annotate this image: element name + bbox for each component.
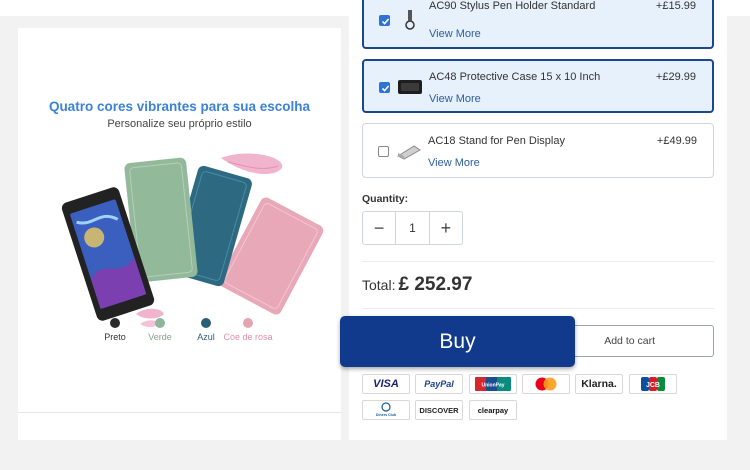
stand-icon: [396, 145, 421, 160]
total: Total: £ 252.97: [362, 274, 472, 296]
buy-button[interactable]: Buy: [340, 316, 575, 367]
color-promo-panel: Quatro cores vibrantes para sua escolha …: [18, 28, 341, 440]
divider: [18, 412, 341, 413]
diners-club-icon: Diners Club: [362, 400, 410, 420]
promo-subtitle: Personalize seu próprio estilo: [107, 118, 252, 130]
accessory-card[interactable]: AC18 Stand for Pen Display +£49.99 View …: [362, 123, 714, 178]
unionpay-icon: UnionPay: [469, 374, 517, 394]
jcb-icon: JCB: [629, 374, 677, 394]
accessory-checkbox[interactable]: [378, 146, 389, 157]
klarna-icon: Klarna.: [575, 374, 623, 394]
promo-headline: Quatro cores vibrantes para sua escolha: [48, 99, 311, 114]
color-swatches: Preto Verde Azul Coe de rosa: [18, 318, 341, 348]
svg-text:UnionPay: UnionPay: [481, 383, 504, 389]
view-more-link[interactable]: View More: [429, 93, 481, 105]
divider: [362, 308, 714, 309]
svg-text:JCB: JCB: [646, 382, 660, 389]
accessory-card[interactable]: AC48 Protective Case 15 x 10 Inch +£29.9…: [362, 59, 714, 113]
purchase-panel: AC90 Stylus Pen Holder Standard +£15.99 …: [349, 0, 727, 440]
check-icon: [381, 85, 390, 92]
total-label: Total:: [362, 277, 396, 293]
discover-icon: DISCOVER: [415, 400, 463, 420]
tablets-image: [61, 153, 324, 327]
accessory-name: AC18 Stand for Pen Display: [428, 135, 565, 147]
view-more-link[interactable]: View More: [429, 28, 481, 40]
accessory-price: +£15.99: [655, 0, 696, 12]
quantity-stepper: − 1 +: [362, 211, 463, 245]
divider: [362, 261, 714, 262]
mastercard-icon: [522, 374, 570, 394]
total-amount: £ 252.97: [398, 274, 473, 295]
accessory-price: +£29.99: [655, 71, 696, 83]
swatch-label: Coe de rosa: [223, 332, 273, 342]
swatch-dot: [155, 318, 165, 328]
check-icon: [381, 18, 390, 25]
view-more-link[interactable]: View More: [428, 157, 480, 169]
accessory-name: AC90 Stylus Pen Holder Standard: [429, 0, 596, 12]
swatch-dot: [201, 318, 211, 328]
swatch-dot: [243, 318, 253, 328]
increment-button[interactable]: +: [430, 212, 462, 244]
accessory-checkbox[interactable]: [379, 15, 390, 26]
product-page: Quatro cores vibrantes para sua escolha …: [0, 0, 750, 470]
swatch-rosa[interactable]: Coe de rosa: [218, 318, 278, 342]
clearpay-icon: clearpay: [469, 400, 517, 420]
accessory-price: +£49.99: [656, 135, 697, 147]
quantity-input[interactable]: 1: [395, 212, 430, 244]
svg-text:Diners Club: Diners Club: [376, 413, 397, 417]
protective-case-icon: [398, 80, 422, 94]
accessory-checkbox[interactable]: [379, 82, 390, 93]
accessory-name: AC48 Protective Case 15 x 10 Inch: [429, 71, 601, 83]
decrement-button[interactable]: −: [363, 212, 395, 244]
accessory-card[interactable]: AC90 Stylus Pen Holder Standard +£15.99 …: [362, 0, 714, 49]
swatch-dot: [110, 318, 120, 328]
quantity-label: Quantity:: [362, 193, 409, 205]
pen-holder-icon: [405, 10, 415, 30]
paypal-icon: PayPal: [415, 374, 463, 394]
visa-icon: VISA: [362, 374, 410, 394]
